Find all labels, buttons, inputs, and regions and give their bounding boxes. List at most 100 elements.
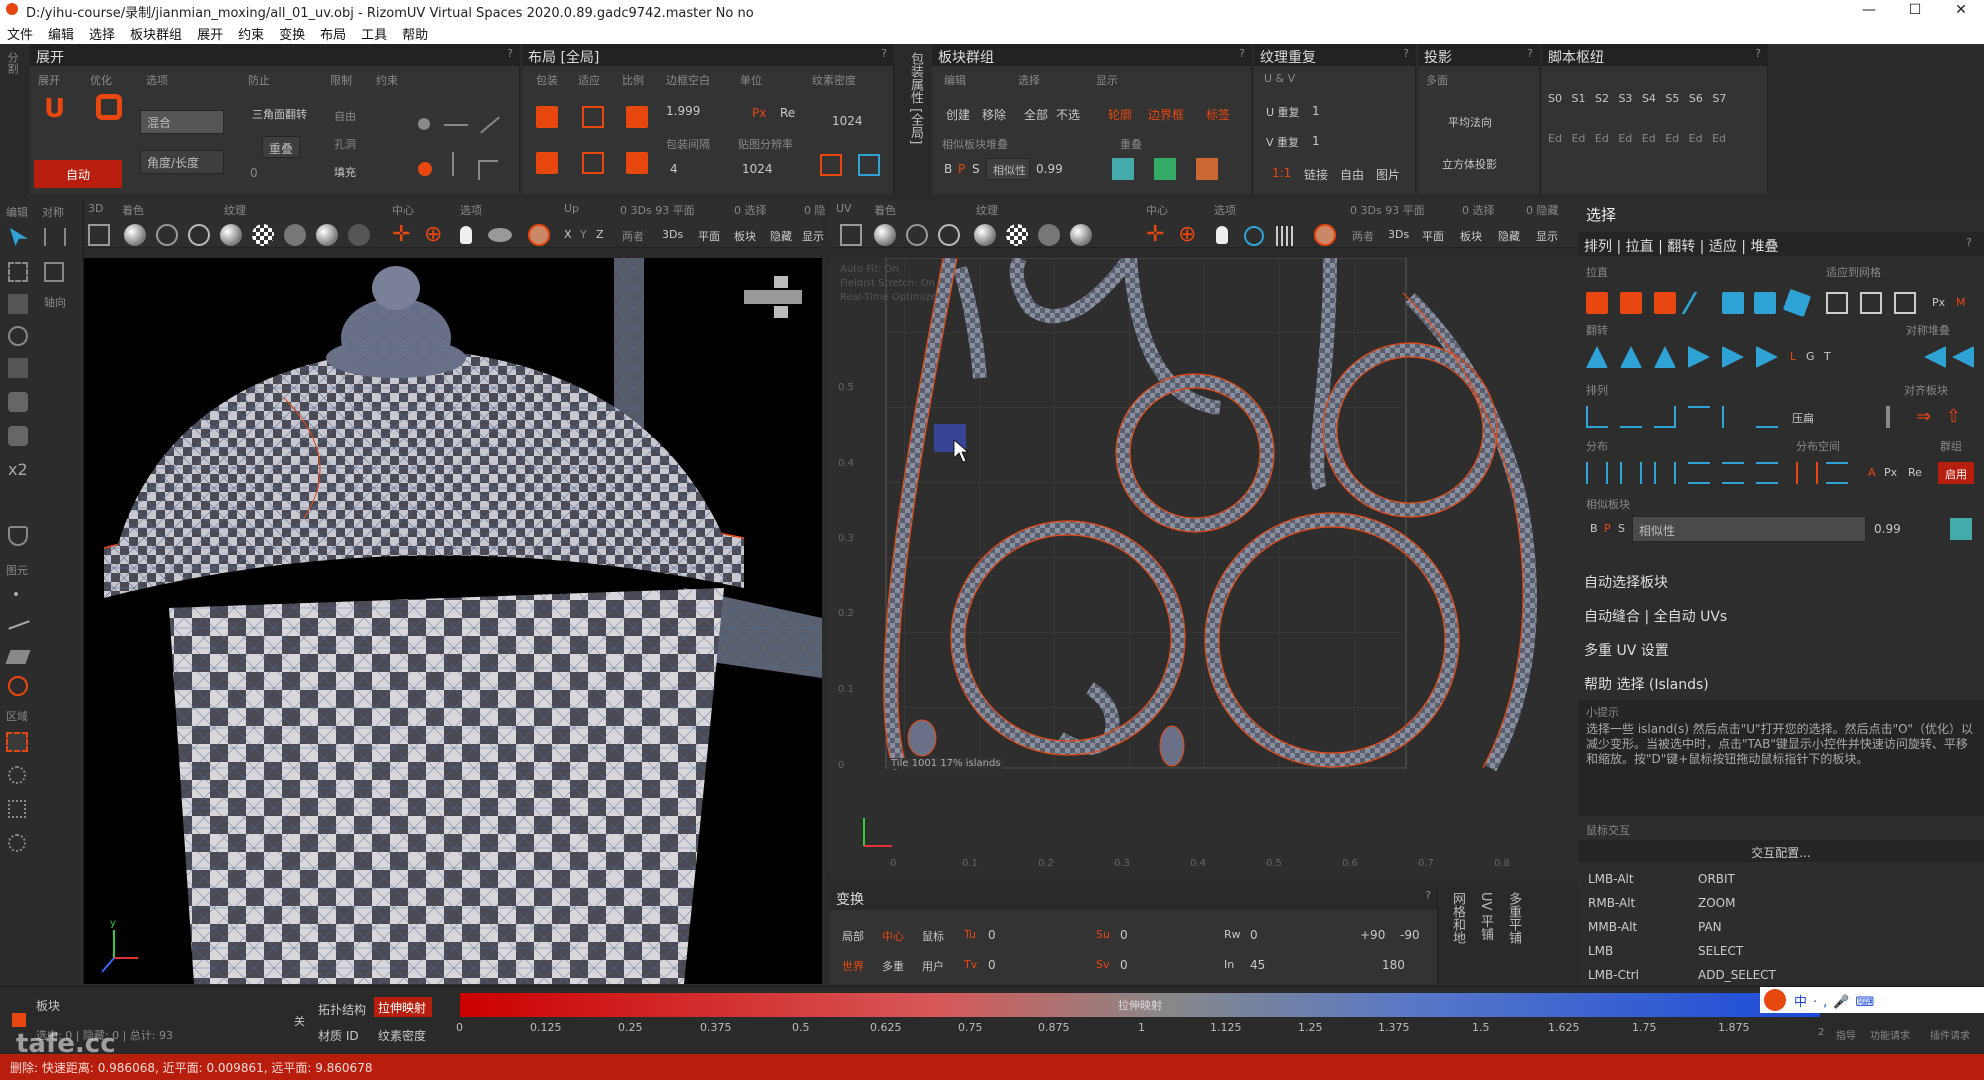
vertex-icon[interactable] <box>14 592 18 596</box>
sphere-wire-icon[interactable] <box>8 326 28 346</box>
auto-unfold-button[interactable]: 自动 <box>34 160 122 188</box>
uv-frame-icon[interactable] <box>840 224 862 246</box>
display-outline-toggle[interactable]: 轮廓 <box>1108 106 1132 123</box>
uv-center-target-icon[interactable]: ⊕ <box>1178 222 1196 247</box>
dist-re-button[interactable]: Re <box>1908 466 1922 479</box>
fit-grid2-icon[interactable] <box>1754 292 1776 314</box>
straighten3-icon[interactable] <box>1654 292 1676 314</box>
box-select-icon[interactable] <box>8 262 28 282</box>
align-icon-1[interactable] <box>1886 406 1908 428</box>
uv-tile-tab[interactable]: UV 平铺 <box>1476 892 1495 941</box>
pack2-icon[interactable] <box>536 152 558 174</box>
fit-icon[interactable] <box>582 106 604 128</box>
dist-space-icon-1[interactable] <box>1796 462 1818 484</box>
group-remove-button[interactable]: 移除 <box>982 106 1006 123</box>
pack-icon[interactable] <box>536 106 558 128</box>
projection-help[interactable]: ? <box>1527 47 1533 60</box>
script-slot-1[interactable]: S1 <box>1571 92 1585 105</box>
ime-toolbar[interactable]: 中·,🎤⌨ <box>1760 987 1984 1013</box>
group-none-button[interactable]: 不选 <box>1056 106 1080 123</box>
optimize-icon[interactable] <box>96 94 122 120</box>
script-slot-3[interactable]: S3 <box>1618 92 1632 105</box>
auto-seam-section[interactable]: 自动缝合 | 全自动 UVs <box>1584 606 1727 626</box>
menu-layout[interactable]: 布局 <box>313 20 354 43</box>
script-edit-2[interactable]: Ed <box>1595 132 1609 145</box>
similar-p-toggle[interactable]: P <box>1604 522 1611 535</box>
fit-grid6-icon[interactable] <box>1894 292 1916 314</box>
su-value[interactable]: 0 <box>1120 928 1128 942</box>
mirror-icon[interactable] <box>44 228 66 246</box>
arrange-icon-5[interactable] <box>1722 406 1744 428</box>
stretch-button[interactable]: 拉伸映射 <box>374 997 432 1017</box>
uv-center-cross-icon[interactable]: ✛ <box>1146 222 1164 247</box>
uv-matcap-icon[interactable] <box>1038 224 1060 246</box>
straighten2-icon[interactable] <box>1620 292 1642 314</box>
angle-length-select[interactable]: 角度/长度 <box>140 150 224 174</box>
flip-v-icon[interactable] <box>1620 346 1642 368</box>
axis-y-button[interactable]: Y <box>580 228 587 241</box>
dist-space-icon-2[interactable] <box>1826 462 1848 484</box>
cross-icon[interactable] <box>478 160 498 180</box>
flip-l-button[interactable]: L <box>1790 350 1796 363</box>
flip-u-icon[interactable] <box>1586 346 1608 368</box>
unit-re-button[interactable]: Re <box>780 106 795 120</box>
select-help[interactable]: ? <box>1966 236 1972 249</box>
ime-icons[interactable]: 中·,🎤⌨ <box>1794 991 1880 1010</box>
cube-icon[interactable] <box>8 392 28 412</box>
stack-s-toggle[interactable]: S <box>972 162 980 176</box>
distribute-icon-1[interactable] <box>1586 462 1608 484</box>
menu-edit[interactable]: 编辑 <box>41 20 82 43</box>
flip-t-button[interactable]: T <box>1824 350 1831 363</box>
flip-icon-6[interactable] <box>1756 346 1778 368</box>
similar-value[interactable]: 0.99 <box>1036 162 1063 176</box>
group-enable-button[interactable]: 启用 <box>1938 462 1974 484</box>
cube-projection-button[interactable]: 立方体投影 <box>1442 156 1497 172</box>
unfold-u-icon[interactable]: U <box>44 94 65 124</box>
similar-s-toggle[interactable]: S <box>1618 522 1625 535</box>
world-button[interactable]: 世界 <box>842 958 864 974</box>
flip-g-button[interactable]: G <box>1806 350 1815 363</box>
prevent-value[interactable]: 0 <box>250 166 258 180</box>
transform-help[interactable]: ? <box>1425 889 1431 902</box>
matcap-icon[interactable] <box>284 224 306 246</box>
distribute-icon-4[interactable] <box>1688 462 1710 484</box>
fit-grid4-icon[interactable] <box>1826 292 1848 314</box>
unfold-help[interactable]: ? <box>507 47 513 60</box>
similarity-value[interactable]: 0.99 <box>1874 522 1901 536</box>
wire-sphere2-icon[interactable] <box>188 224 210 246</box>
menu-select[interactable]: 选择 <box>82 20 123 43</box>
pin-icon[interactable] <box>418 118 430 130</box>
fit-grid-icon[interactable] <box>1722 292 1744 314</box>
menu-help[interactable]: 帮助 <box>395 20 436 43</box>
uv-show-button[interactable]: 显示 <box>1536 228 1558 244</box>
axis-z-button[interactable]: Z <box>596 228 604 241</box>
topology-button[interactable]: 拓扑结构 <box>318 1001 366 1018</box>
layout-help[interactable]: ? <box>881 47 887 60</box>
similar-field[interactable]: 相似性 <box>986 158 1030 180</box>
frame-icon[interactable] <box>88 224 110 246</box>
group-all-button[interactable]: 全部 <box>1024 106 1048 123</box>
light-icon[interactable] <box>460 226 472 244</box>
script-slot-5[interactable]: S5 <box>1665 92 1679 105</box>
distribute-icon-2[interactable] <box>1620 462 1642 484</box>
uv-grid-icon[interactable] <box>1276 226 1296 246</box>
select-arrow-icon[interactable] <box>10 228 28 246</box>
similar-b-toggle[interactable]: B <box>1590 522 1598 535</box>
align-up-icon[interactable]: ⇧ <box>1946 406 1968 428</box>
shield-icon[interactable] <box>8 526 28 546</box>
script-slot-4[interactable]: S4 <box>1642 92 1656 105</box>
ratio-button[interactable]: 1:1 <box>1272 166 1291 180</box>
tiling-help[interactable]: ? <box>1403 47 1409 60</box>
uv-shade2-icon[interactable] <box>974 224 996 246</box>
texel-density-button[interactable]: 纹素密度 <box>378 1027 426 1044</box>
u-repeat-value[interactable]: 1 <box>1312 104 1320 118</box>
circle-select-icon[interactable] <box>8 834 26 852</box>
island-icon[interactable] <box>8 676 28 696</box>
flip-icon-3[interactable] <box>1654 346 1676 368</box>
stack-b-toggle[interactable]: B <box>944 162 952 176</box>
uv-plane-button[interactable]: 平面 <box>1422 228 1444 244</box>
scale-icon[interactable] <box>626 106 648 128</box>
uv-both-button[interactable]: 两者 <box>1352 228 1374 244</box>
auto-select-section[interactable]: 自动选择板块 <box>1584 572 1668 592</box>
diag-icon[interactable] <box>480 116 500 134</box>
